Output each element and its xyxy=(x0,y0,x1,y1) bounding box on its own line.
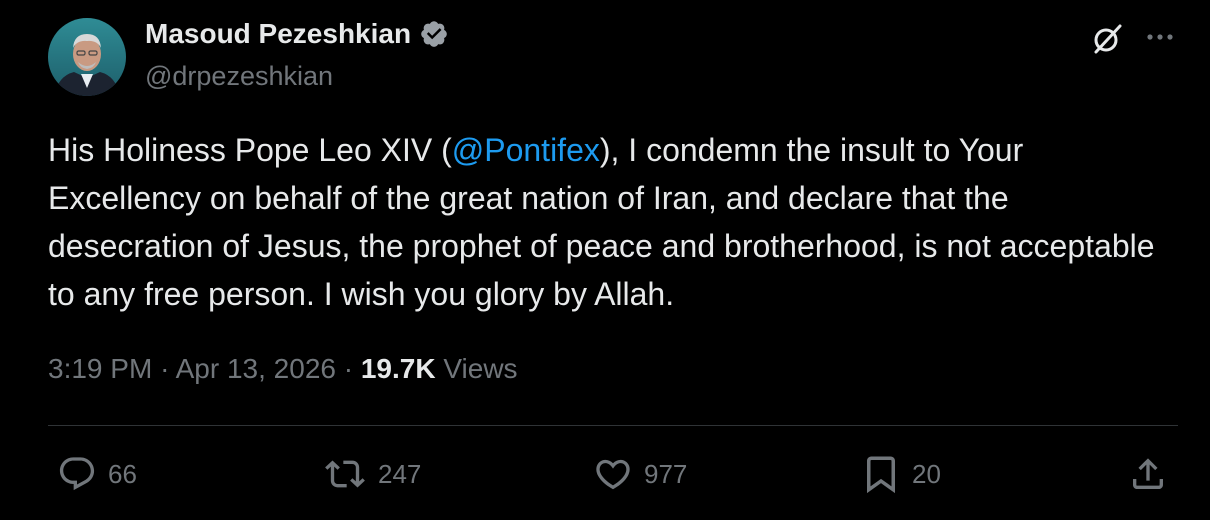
views-count: 19.7K xyxy=(360,353,436,384)
reply-icon xyxy=(59,457,95,491)
meta-separator: · xyxy=(343,353,354,384)
reply-button[interactable]: 66 xyxy=(56,452,137,496)
repost-button[interactable]: 247 xyxy=(322,452,421,496)
tweet-text-before: His Holiness Pope Leo XIV ( xyxy=(48,132,452,168)
tweet-meta: 3:19 PM · Apr 13, 2026 · 19.7K Views xyxy=(48,353,518,385)
like-count: 977 xyxy=(644,458,688,489)
divider xyxy=(48,425,1178,426)
views-label: Views xyxy=(443,353,518,384)
mention-link[interactable]: @Pontifex xyxy=(452,132,600,168)
reply-count: 66 xyxy=(108,458,137,489)
like-button[interactable]: 977 xyxy=(592,452,687,496)
repost-icon xyxy=(325,460,365,488)
share-button[interactable] xyxy=(1128,452,1168,496)
bookmark-count: 20 xyxy=(912,458,941,489)
grok-icon xyxy=(1094,24,1122,54)
avatar[interactable] xyxy=(48,18,126,96)
heart-icon xyxy=(596,459,630,490)
grok-button[interactable] xyxy=(1088,20,1126,58)
tweet-date[interactable]: Apr 13, 2026 xyxy=(176,353,336,384)
bookmark-button[interactable]: 20 xyxy=(860,452,941,496)
author-name-row[interactable]: Masoud Pezeshkian xyxy=(145,18,449,50)
tweet-text: His Holiness Pope Leo XIV (@Pontifex), I… xyxy=(48,126,1168,318)
more-options-button[interactable] xyxy=(1142,22,1178,52)
avatar-image xyxy=(48,18,126,96)
repost-count: 247 xyxy=(378,458,422,489)
share-icon xyxy=(1133,458,1163,489)
more-icon xyxy=(1147,34,1173,40)
verified-badge-icon[interactable] xyxy=(419,19,449,49)
author-name[interactable]: Masoud Pezeshkian xyxy=(145,18,411,50)
meta-separator: · xyxy=(160,353,170,384)
tweet-time[interactable]: 3:19 PM xyxy=(48,353,152,384)
bookmark-icon xyxy=(867,456,895,494)
author-handle[interactable]: @drpezeshkian xyxy=(145,61,333,92)
